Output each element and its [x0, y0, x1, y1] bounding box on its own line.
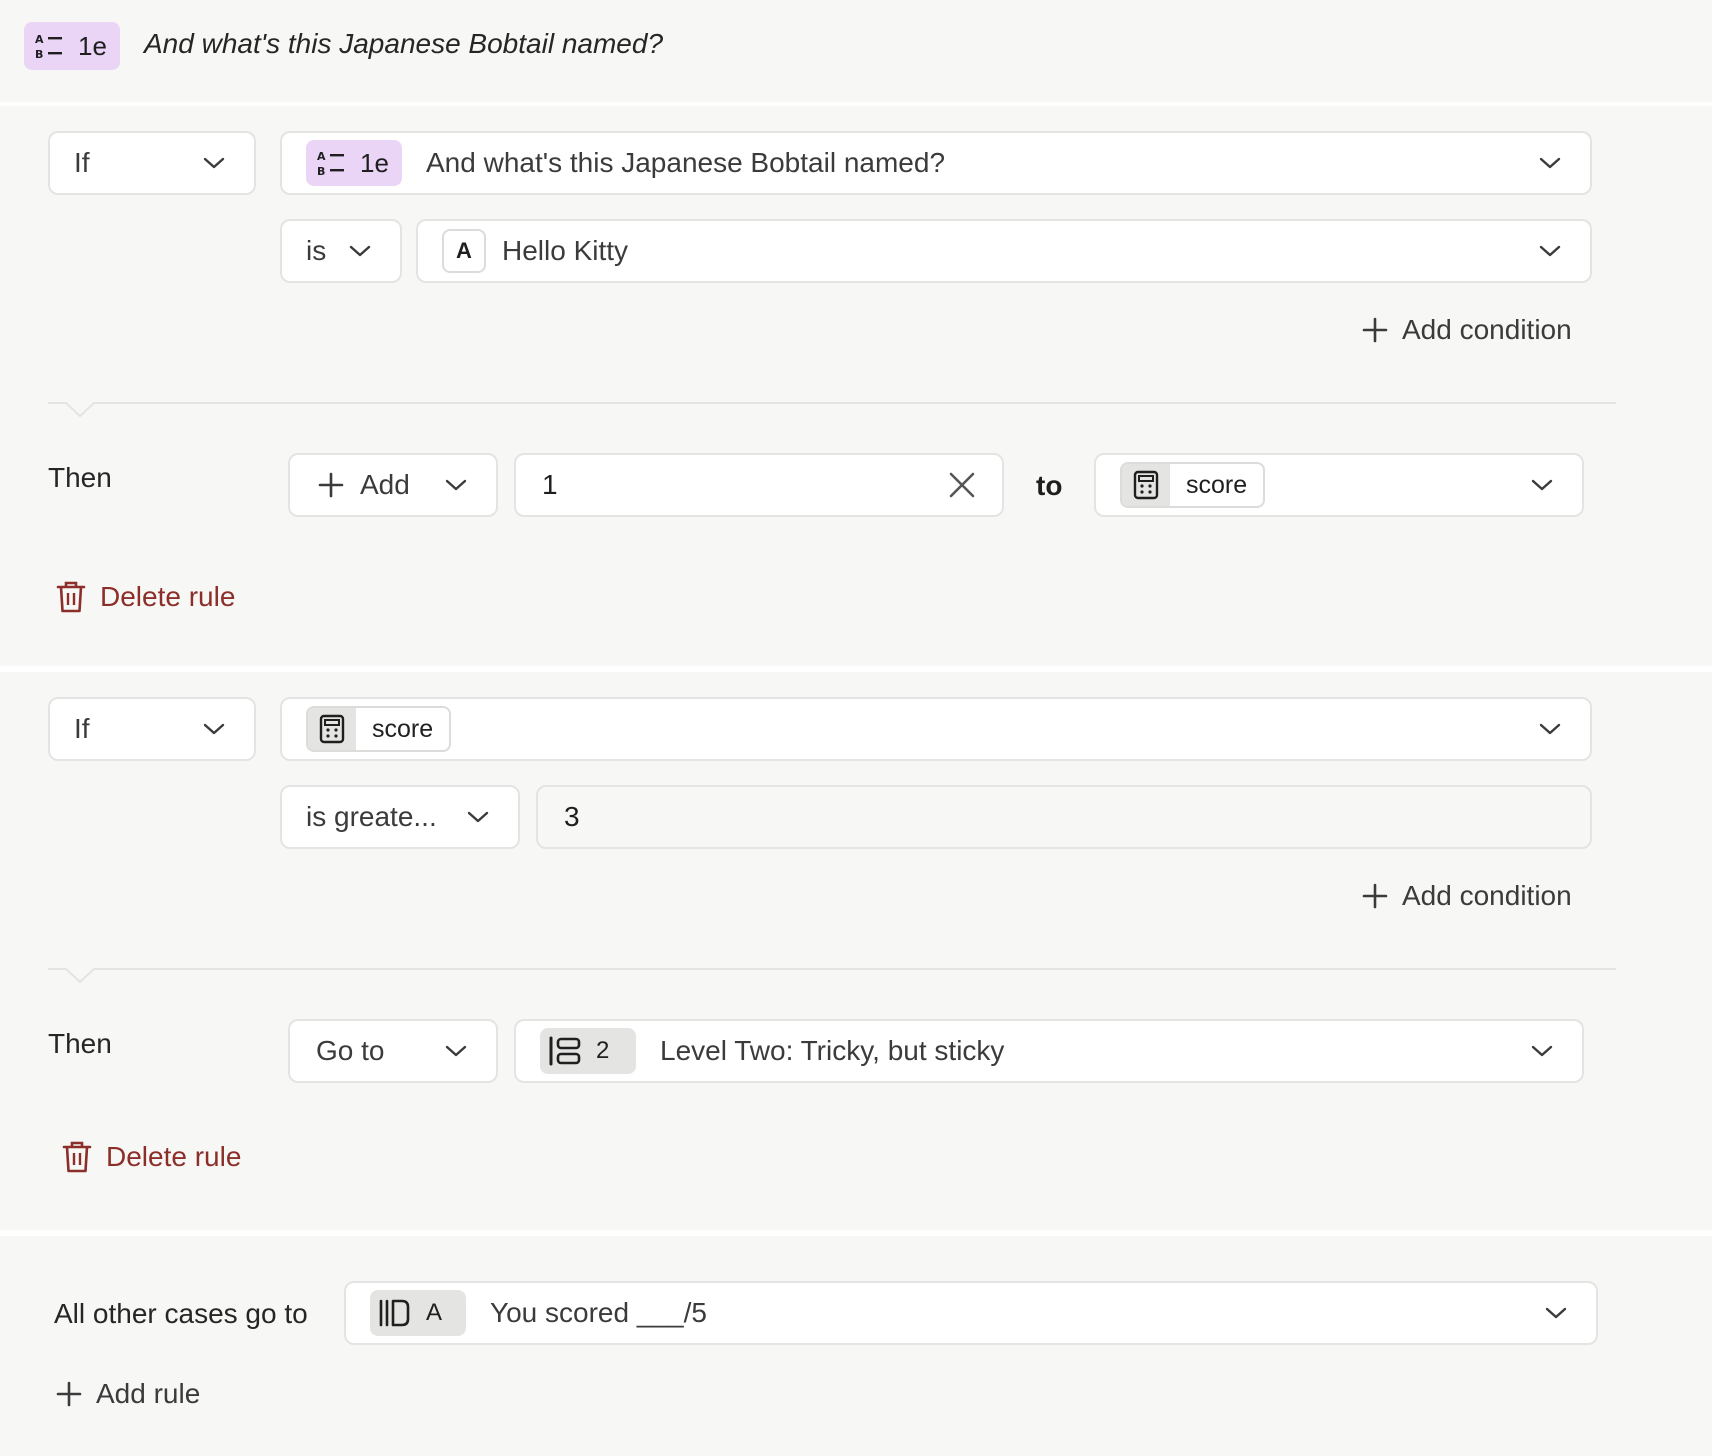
- operator-label: is greate...: [306, 801, 437, 832]
- chevron-down-icon: [1530, 476, 1554, 494]
- rule-1-then-label: Then: [48, 462, 112, 493]
- rule-1-to-label: to: [1036, 470, 1063, 501]
- divider-notch: [65, 968, 95, 984]
- subject-text: And what's this Japanese Bobtail named?: [426, 147, 946, 178]
- rule-1-divider: [48, 402, 1616, 404]
- rule-1-variable-select[interactable]: score: [1094, 453, 1584, 517]
- rule-2-value-input[interactable]: 3: [536, 785, 1592, 849]
- chevron-down-icon: [1538, 720, 1562, 738]
- delete-rule-label: Delete rule: [100, 581, 236, 612]
- choice-list-icon: AB: [316, 148, 346, 178]
- chevron-down-icon: [466, 808, 490, 826]
- rule-2-subject-select[interactable]: score: [280, 697, 1592, 761]
- rule-2-add-condition-button[interactable]: Add condition: [1362, 880, 1572, 912]
- add-condition-label: Add condition: [1402, 880, 1572, 911]
- choice-letter-key: A: [442, 229, 486, 273]
- rule-2-action-select[interactable]: Go to: [288, 1019, 498, 1083]
- question-type-badge: AB 1e: [24, 22, 120, 70]
- variable-name: score: [372, 714, 434, 743]
- fallback-target-select[interactable]: A You scored ___/5: [344, 1281, 1598, 1345]
- end-screen-badge: A: [370, 1290, 466, 1336]
- choice-list-icon: AB: [34, 31, 64, 61]
- target-text: Level Two: Tricky, but sticky: [660, 1035, 1005, 1066]
- if-label: If: [74, 147, 90, 178]
- rule-1-delete-button[interactable]: Delete rule: [56, 580, 235, 614]
- rule-1-add-condition-button[interactable]: Add condition: [1362, 314, 1572, 346]
- chevron-down-icon: [444, 1042, 468, 1060]
- chevron-down-icon: [1530, 1042, 1554, 1060]
- rule-1-action-select[interactable]: Add: [288, 453, 498, 517]
- svg-text:B: B: [317, 165, 325, 178]
- chevron-down-icon: [1538, 242, 1562, 260]
- ending-letter: A: [426, 1299, 443, 1326]
- divider-notch: [65, 402, 95, 418]
- question-number: 1e: [78, 30, 107, 61]
- rule-1-subject-select[interactable]: AB 1e And what's this Japanese Bobtail n…: [280, 131, 1592, 195]
- question-type-badge: AB 1e: [306, 140, 402, 186]
- question-number: 1e: [360, 147, 389, 178]
- chevron-down-icon: [348, 242, 372, 260]
- plus-icon: [56, 1381, 82, 1407]
- fallback-label: All other cases go to: [54, 1298, 308, 1329]
- ending-icon: [378, 1298, 412, 1328]
- add-rule-label: Add rule: [96, 1378, 201, 1409]
- trash-icon: [56, 580, 86, 614]
- plus-icon: [1362, 883, 1388, 909]
- amount-value: 1: [542, 469, 558, 500]
- chevron-down-icon: [1544, 1304, 1568, 1322]
- chevron-down-icon: [1538, 154, 1562, 172]
- question-group-icon: [548, 1036, 582, 1066]
- variable-chip: score: [306, 706, 452, 752]
- svg-text:B: B: [35, 48, 43, 61]
- action-label: Go to: [316, 1035, 385, 1066]
- svg-text:A: A: [35, 33, 44, 46]
- clear-icon[interactable]: [948, 471, 976, 499]
- variable-name: score: [1186, 470, 1248, 499]
- rule-1-amount-input[interactable]: 1: [514, 453, 1004, 517]
- group-badge: 2: [540, 1028, 636, 1074]
- plus-icon: [1362, 317, 1388, 343]
- plus-icon: [318, 472, 344, 498]
- delete-rule-label: Delete rule: [106, 1141, 242, 1172]
- fallback-target-text: You scored ___/5: [490, 1297, 707, 1328]
- rule-2-operator-select[interactable]: is greate...: [280, 785, 520, 849]
- group-number: 2: [596, 1037, 610, 1064]
- rule-2-delete-button[interactable]: Delete rule: [62, 1140, 241, 1174]
- calculator-icon: [308, 708, 356, 750]
- rule-1-value-select[interactable]: A Hello Kitty: [416, 219, 1592, 283]
- rule-1-operator-select[interactable]: is: [280, 219, 402, 283]
- add-condition-label: Add condition: [1402, 314, 1572, 345]
- calculator-icon: [1122, 464, 1170, 506]
- value-text: Hello Kitty: [502, 235, 629, 266]
- fallback-panel: [0, 1236, 1712, 1456]
- rule-1-if-select[interactable]: If: [48, 131, 256, 195]
- chevron-down-icon: [202, 154, 226, 172]
- if-label: If: [74, 713, 90, 744]
- operator-label: is: [306, 235, 327, 266]
- variable-chip: score: [1120, 462, 1266, 508]
- add-rule-button[interactable]: Add rule: [56, 1378, 200, 1410]
- rule-2-target-select[interactable]: 2 Level Two: Tricky, but sticky: [514, 1019, 1584, 1083]
- chevron-down-icon: [202, 720, 226, 738]
- rule-2-divider: [48, 968, 1616, 970]
- header-panel: AB 1e And what's this Japanese Bobtail n…: [0, 0, 1712, 102]
- rule-2-then-label: Then: [48, 1028, 112, 1059]
- value-text: 3: [564, 801, 580, 832]
- rule-2-if-select[interactable]: If: [48, 697, 256, 761]
- action-label: Add: [360, 469, 410, 500]
- chevron-down-icon: [444, 476, 468, 494]
- trash-icon: [62, 1140, 92, 1174]
- question-title: And what's this Japanese Bobtail named?: [144, 28, 664, 59]
- svg-text:A: A: [317, 150, 326, 163]
